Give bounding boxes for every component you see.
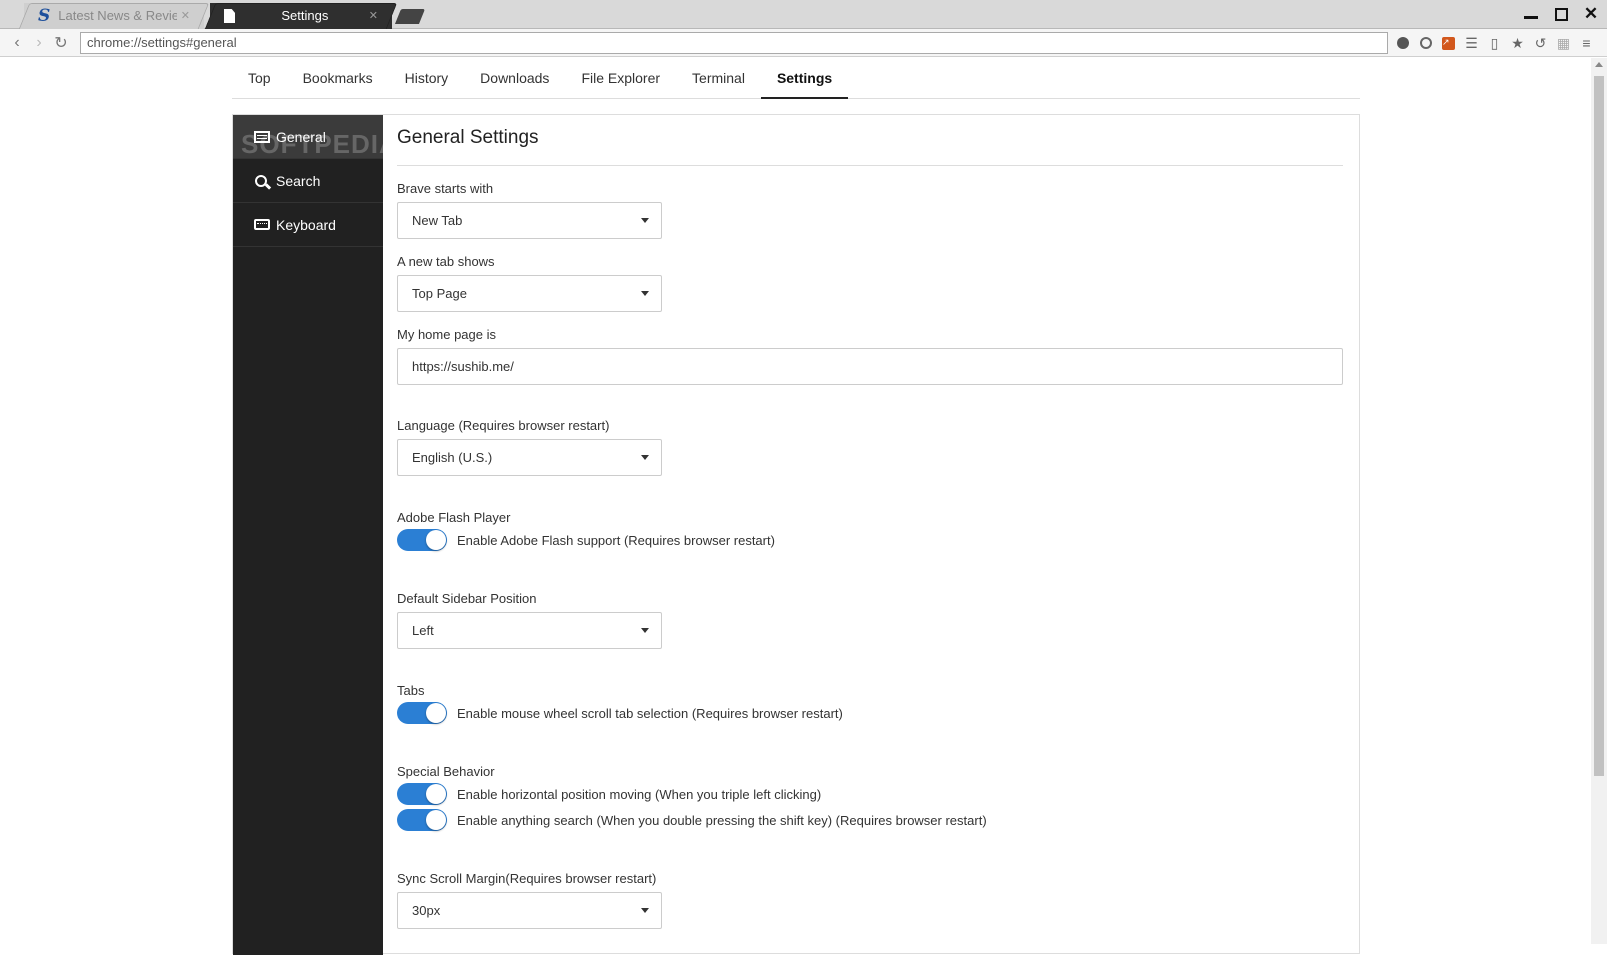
back-icon[interactable]: ‹ bbox=[6, 34, 28, 52]
reload-icon[interactable]: ↻ bbox=[50, 33, 72, 53]
select-value: English (U.S.) bbox=[412, 450, 493, 465]
caret-down-icon bbox=[641, 455, 649, 460]
sidebar-item-keyboard[interactable]: Keyboard bbox=[233, 203, 383, 247]
new-tab-label: A new tab shows bbox=[397, 254, 495, 269]
sync-scroll-select[interactable]: 30px bbox=[397, 892, 662, 929]
sidebar-item-search[interactable]: Search bbox=[233, 159, 383, 203]
page-title: General Settings bbox=[397, 127, 539, 148]
settings-panel: General Search Keyboard SOFTPEDIA Genera… bbox=[232, 114, 1360, 955]
address-bar[interactable]: chrome://settings#general bbox=[80, 32, 1388, 54]
language-label: Language (Requires browser restart) bbox=[397, 418, 610, 433]
settings-sidebar: General Search Keyboard SOFTPEDIA bbox=[233, 115, 383, 955]
page-favicon-icon bbox=[224, 9, 235, 23]
sidebar-item-general[interactable]: General bbox=[233, 115, 383, 159]
top-navigation: Top Bookmarks History Downloads File Exp… bbox=[232, 58, 1360, 99]
maximize-icon[interactable] bbox=[1553, 6, 1569, 22]
sidebar-position-label: Default Sidebar Position bbox=[397, 591, 537, 606]
horizontal-move-toggle-text: Enable horizontal position moving (When … bbox=[457, 786, 822, 802]
sidebar-item-label: Search bbox=[276, 172, 321, 189]
flash-toggle-row: Enable Adobe Flash support (Requires bro… bbox=[397, 529, 775, 551]
select-value: 30px bbox=[412, 903, 441, 918]
caret-down-icon bbox=[641, 291, 649, 296]
tabs-toggle-text: Enable mouse wheel scroll tab selection … bbox=[457, 705, 843, 721]
tab-top[interactable]: Top bbox=[232, 58, 287, 99]
close-tab-icon[interactable]: ✕ bbox=[181, 4, 190, 28]
circle-outline-icon[interactable] bbox=[1417, 35, 1434, 52]
caret-down-icon bbox=[641, 628, 649, 633]
list-icon[interactable]: ☰ bbox=[1463, 35, 1480, 52]
minimize-icon[interactable] bbox=[1523, 6, 1539, 22]
starts-with-select[interactable]: New Tab bbox=[397, 202, 662, 239]
caret-down-icon bbox=[641, 908, 649, 913]
new-tab-button[interactable] bbox=[394, 9, 426, 24]
select-value: New Tab bbox=[412, 213, 463, 228]
browser-toolbar: ‹ › ↻ chrome://settings#general ↗ ☰ ▯ ★ … bbox=[0, 29, 1607, 57]
browser-tab-title: Settings bbox=[281, 8, 329, 23]
scroll-up-icon[interactable] bbox=[1595, 62, 1603, 67]
extension-orange-icon[interactable]: ↗ bbox=[1440, 35, 1457, 52]
starts-with-label: Brave starts with bbox=[397, 181, 494, 196]
horizontal-move-toggle[interactable] bbox=[397, 783, 447, 805]
scroll-thumb[interactable] bbox=[1594, 76, 1604, 776]
page-scrollbar[interactable] bbox=[1591, 58, 1607, 944]
home-page-input[interactable]: https://sushib.me/ bbox=[397, 348, 1343, 385]
list-icon bbox=[254, 130, 270, 144]
horizontal-move-toggle-row: Enable horizontal position moving (When … bbox=[397, 783, 821, 805]
anything-search-toggle-row: Enable anything search (When you double … bbox=[397, 809, 987, 831]
forward-icon[interactable]: › bbox=[28, 34, 50, 52]
tabs-label: Tabs bbox=[397, 683, 425, 698]
sync-scroll-label: Sync Scroll Margin(Requires browser rest… bbox=[397, 871, 657, 886]
film-icon[interactable]: ▦ bbox=[1555, 35, 1572, 52]
softpedia-favicon-icon: S bbox=[38, 6, 51, 26]
flash-label: Adobe Flash Player bbox=[397, 510, 511, 525]
tab-file-explorer[interactable]: File Explorer bbox=[565, 58, 676, 99]
flash-toggle-text: Enable Adobe Flash support (Requires bro… bbox=[457, 532, 775, 548]
history-icon[interactable]: ↺ bbox=[1532, 35, 1549, 52]
caret-down-icon bbox=[641, 218, 649, 223]
select-value: Top Page bbox=[412, 286, 467, 301]
keyboard-icon bbox=[254, 218, 270, 232]
select-value: Left bbox=[412, 623, 434, 638]
circle-filled-icon[interactable] bbox=[1394, 35, 1411, 52]
browser-tab-strip: S Latest News & Reviews ✕ Settings ✕ ✕ bbox=[0, 0, 1607, 29]
browser-tab-title: Latest News & Reviews bbox=[58, 8, 177, 23]
browser-tab-settings[interactable]: Settings ✕ bbox=[204, 3, 398, 29]
browser-tab-news[interactable]: S Latest News & Reviews ✕ bbox=[18, 3, 210, 29]
sidebar-item-label: General bbox=[276, 128, 326, 145]
sidebar-item-label: Keyboard bbox=[276, 216, 336, 233]
tab-history[interactable]: History bbox=[389, 58, 465, 99]
new-tab-select[interactable]: Top Page bbox=[397, 275, 662, 312]
sidebar-position-select[interactable]: Left bbox=[397, 612, 662, 649]
extension-icons: ↗ ☰ ▯ ★ ↺ ▦ ≡ bbox=[1394, 33, 1595, 53]
anything-search-toggle[interactable] bbox=[397, 809, 447, 831]
mobile-icon[interactable]: ▯ bbox=[1486, 35, 1503, 52]
close-tab-icon[interactable]: ✕ bbox=[369, 4, 378, 28]
close-window-icon[interactable]: ✕ bbox=[1583, 4, 1599, 23]
anything-search-toggle-text: Enable anything search (When you double … bbox=[457, 812, 987, 828]
search-icon bbox=[254, 174, 270, 188]
language-select[interactable]: English (U.S.) bbox=[397, 439, 662, 476]
tab-downloads[interactable]: Downloads bbox=[464, 58, 565, 99]
tab-settings[interactable]: Settings bbox=[760, 58, 849, 99]
tabs-toggle[interactable] bbox=[397, 702, 447, 724]
tabs-toggle-row: Enable mouse wheel scroll tab selection … bbox=[397, 702, 843, 724]
menu-icon[interactable]: ≡ bbox=[1578, 35, 1595, 52]
home-page-label: My home page is bbox=[397, 327, 496, 342]
window-controls: ✕ bbox=[1523, 2, 1599, 26]
tab-bookmarks[interactable]: Bookmarks bbox=[287, 58, 389, 99]
star-icon[interactable]: ★ bbox=[1509, 35, 1526, 52]
settings-page: Top Bookmarks History Downloads File Exp… bbox=[0, 58, 1589, 955]
title-divider bbox=[397, 165, 1343, 166]
flash-toggle[interactable] bbox=[397, 529, 447, 551]
tab-terminal[interactable]: Terminal bbox=[676, 58, 761, 99]
special-behavior-label: Special Behavior bbox=[397, 764, 495, 779]
